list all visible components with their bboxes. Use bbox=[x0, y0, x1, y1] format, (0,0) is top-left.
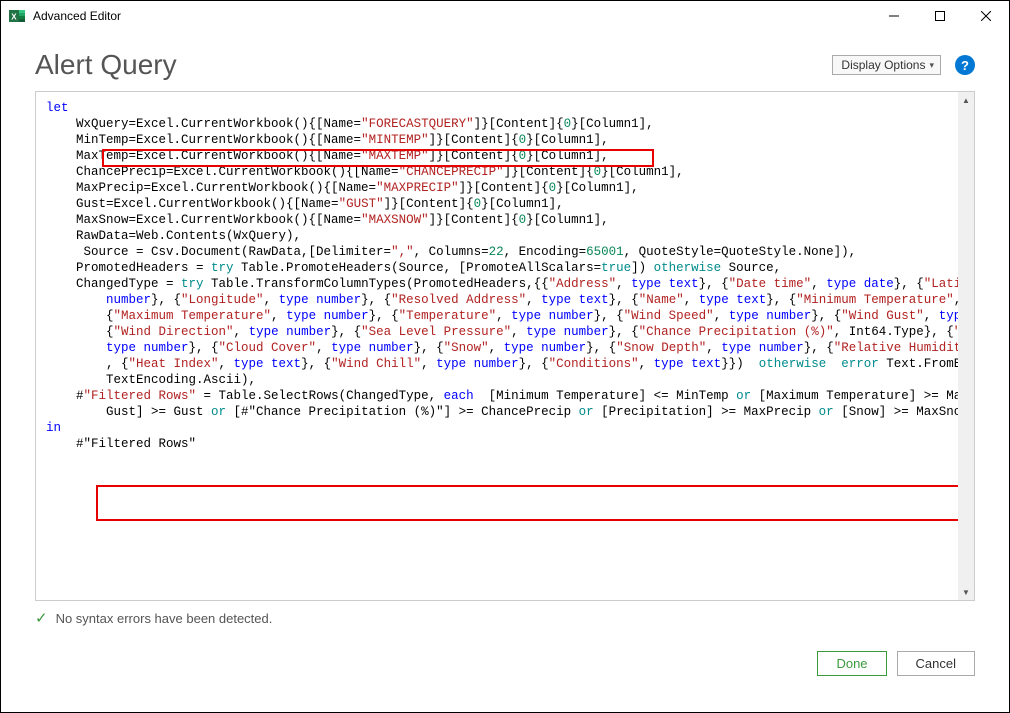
highlight-box-2 bbox=[96, 485, 975, 521]
display-options-label: Display Options bbox=[841, 58, 925, 72]
header: Alert Query Display Options ▾ ? bbox=[1, 31, 1009, 91]
code-content[interactable]: let WxQuery=Excel.CurrentWorkbook(){[Nam… bbox=[36, 92, 974, 460]
chevron-down-icon: ▾ bbox=[929, 60, 934, 71]
scroll-up-icon[interactable]: ▲ bbox=[958, 92, 974, 108]
svg-text:X: X bbox=[11, 13, 17, 22]
vertical-scrollbar[interactable]: ▲ ▼ bbox=[958, 92, 974, 600]
done-button[interactable]: Done bbox=[817, 651, 886, 676]
status-bar: ✓ No syntax errors have been detected. bbox=[35, 609, 975, 627]
status-message: No syntax errors have been detected. bbox=[56, 611, 273, 626]
help-icon[interactable]: ? bbox=[955, 55, 975, 75]
scroll-track[interactable] bbox=[958, 108, 974, 584]
check-icon: ✓ bbox=[35, 609, 48, 627]
code-editor[interactable]: let WxQuery=Excel.CurrentWorkbook(){[Nam… bbox=[35, 91, 975, 601]
scroll-down-icon[interactable]: ▼ bbox=[958, 584, 974, 600]
excel-icon: X bbox=[9, 8, 25, 24]
window-controls bbox=[871, 1, 1009, 31]
window-title: Advanced Editor bbox=[33, 9, 121, 23]
page-title: Alert Query bbox=[35, 49, 177, 81]
close-button[interactable] bbox=[963, 1, 1009, 31]
maximize-button[interactable] bbox=[917, 1, 963, 31]
cancel-button[interactable]: Cancel bbox=[897, 651, 975, 676]
minimize-button[interactable] bbox=[871, 1, 917, 31]
titlebar: X Advanced Editor bbox=[1, 1, 1009, 31]
display-options-dropdown[interactable]: Display Options ▾ bbox=[832, 55, 941, 75]
dialog-buttons: Done Cancel bbox=[1, 651, 975, 676]
